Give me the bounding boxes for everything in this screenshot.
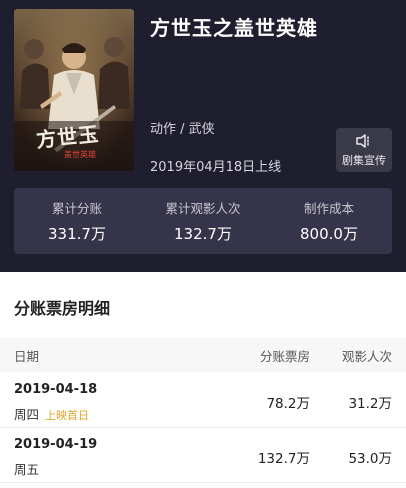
row-box-office: 78.2万 bbox=[266, 396, 310, 412]
opening-day-badge: 上映首日 bbox=[45, 409, 90, 422]
section-title: 分账票房明细 bbox=[14, 299, 111, 318]
stat-label: 累计分账 bbox=[51, 201, 102, 216]
table-row[interactable]: 2019-04-18 周四 上映首日 78.2万 31.2万 bbox=[0, 374, 406, 428]
stat-label: 累计观影人次 bbox=[165, 201, 241, 216]
row-date: 2019-04-18 bbox=[14, 382, 98, 397]
stats-panel: 累计分账 331.7万 累计观影人次 132.7万 制作成本 800.0万 bbox=[14, 188, 392, 254]
stat-label: 制作成本 bbox=[303, 201, 354, 216]
movie-title: 方世玉之盖世英雄 bbox=[150, 16, 318, 40]
row-weekday-cell: 周五 bbox=[14, 459, 39, 478]
stat-value: 331.7万 bbox=[48, 225, 106, 243]
row-weekday: 周四 bbox=[14, 407, 40, 422]
stat-total-audience: 累计观影人次 132.7万 bbox=[140, 188, 266, 254]
movie-header: 方世玉 盖世英雄 方世玉之盖世英雄 动作 / 武侠 2019年04月18日上线 … bbox=[0, 0, 406, 272]
poster-subtitle: 盖世英雄 bbox=[64, 150, 96, 159]
column-date: 日期 bbox=[14, 349, 40, 364]
speaker-icon bbox=[356, 133, 369, 148]
row-date: 2019-04-19 bbox=[14, 437, 98, 452]
row-audience: 53.0万 bbox=[348, 451, 392, 467]
table-header: 日期 分账票房 观影人次 bbox=[0, 338, 406, 372]
release-date: 2019年04月18日上线 bbox=[150, 160, 282, 175]
row-weekday-cell: 周四 上映首日 bbox=[14, 404, 89, 423]
row-weekday: 周五 bbox=[14, 462, 40, 477]
stat-production-cost: 制作成本 800.0万 bbox=[266, 188, 392, 254]
table-row[interactable]: 2019-04-19 周五 132.7万 53.0万 bbox=[0, 429, 406, 483]
stat-value: 132.7万 bbox=[174, 225, 232, 243]
promo-button[interactable]: 剧集宣传 bbox=[336, 128, 392, 172]
movie-genre: 动作 / 武侠 bbox=[150, 122, 215, 137]
stat-total-share: 累计分账 331.7万 bbox=[14, 188, 140, 254]
column-audience: 观影人次 bbox=[341, 349, 392, 364]
column-box-office: 分账票房 bbox=[259, 349, 310, 364]
stat-value: 800.0万 bbox=[300, 225, 358, 243]
row-box-office: 132.7万 bbox=[257, 451, 310, 467]
movie-poster[interactable]: 方世玉 盖世英雄 bbox=[14, 9, 134, 171]
promo-label: 剧集宣传 bbox=[342, 153, 386, 167]
row-audience: 31.2万 bbox=[348, 396, 392, 412]
